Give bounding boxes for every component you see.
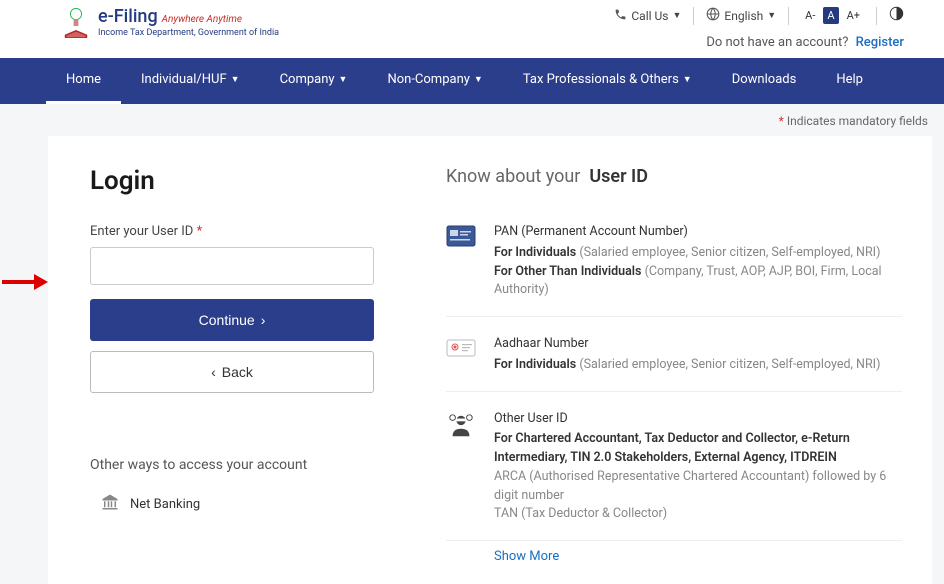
know-about-title: Know about your User ID [446, 166, 902, 187]
aadhaar-title: Aadhaar Number [494, 335, 902, 354]
info-row-other: Other User ID For Chartered Accountant, … [446, 400, 902, 542]
chevron-down-icon: ▼ [683, 74, 692, 85]
info-row-aadhaar: Aadhaar Number For Individuals (Salaried… [446, 325, 902, 392]
pan-title: PAN (Permanent Account Number) [494, 223, 902, 242]
emblem-icon [60, 6, 92, 38]
chevron-right-icon: › [261, 312, 266, 328]
show-more-link[interactable]: Show More [494, 549, 902, 564]
pan-card-icon [446, 225, 476, 249]
chevron-down-icon: ▼ [474, 74, 483, 85]
register-link[interactable]: Register [856, 35, 904, 50]
nav-home[interactable]: Home [46, 58, 121, 104]
net-banking-label: Net Banking [130, 497, 200, 512]
nav-company[interactable]: Company▼ [260, 58, 368, 104]
back-label: Back [222, 364, 253, 380]
brand-subtitle: Income Tax Department, Government of Ind… [98, 28, 279, 38]
nav-downloads[interactable]: Downloads [712, 58, 817, 104]
register-prompt: Do not have an account? Register [706, 35, 904, 50]
net-banking-link[interactable]: Net Banking [90, 493, 374, 515]
pointer-arrow-icon [0, 272, 48, 296]
nav-tax-professionals[interactable]: Tax Professionals & Others▼ [503, 58, 712, 104]
nav-help[interactable]: Help [816, 58, 883, 104]
nav-individual[interactable]: Individual/HUF▼ [121, 58, 260, 104]
divider [876, 7, 877, 25]
top-bar: e-Filing Anywhere Anytime Income Tax Dep… [0, 0, 944, 58]
chevron-down-icon: ▼ [673, 10, 682, 21]
phone-icon [614, 8, 627, 24]
call-us-dropdown[interactable]: Call Us ▼ [614, 8, 681, 24]
aadhaar-card-icon [446, 337, 476, 361]
font-size-controls: A- A A+ [801, 7, 864, 24]
no-account-text: Do not have an account? [706, 35, 848, 50]
user-id-input[interactable] [90, 247, 374, 285]
continue-button[interactable]: Continue › [90, 299, 374, 341]
language-dropdown[interactable]: English ▼ [706, 7, 776, 24]
info-row-pan: PAN (Permanent Account Number) For Indiv… [446, 213, 902, 317]
mandatory-text: Indicates mandatory fields [787, 114, 928, 128]
other-title: Other User ID [494, 410, 902, 429]
main-nav: Home Individual/HUF▼ Company▼ Non-Compan… [0, 58, 944, 104]
chevron-down-icon: ▼ [767, 10, 776, 21]
nav-non-company[interactable]: Non-Company▼ [367, 58, 502, 104]
chevron-left-icon: ‹ [211, 364, 216, 380]
brand-name: e-Filing [98, 6, 158, 27]
contrast-toggle-icon[interactable] [889, 6, 904, 25]
font-normal-button[interactable]: A [823, 7, 838, 24]
globe-icon [706, 7, 720, 24]
chevron-down-icon: ▼ [339, 74, 348, 85]
user-id-label: Enter your User ID * [90, 224, 374, 239]
brand-tagline: Anywhere Anytime [162, 14, 242, 25]
logo-block: e-Filing Anywhere Anytime Income Tax Dep… [60, 6, 279, 38]
other-user-icon [446, 412, 476, 436]
asterisk-icon: * [197, 224, 203, 239]
asterisk-icon: * [779, 114, 784, 128]
mandatory-notice: * Indicates mandatory fields [0, 104, 944, 136]
call-us-label: Call Us [631, 9, 668, 23]
continue-label: Continue [199, 312, 255, 328]
divider [693, 7, 694, 25]
language-label: English [724, 9, 763, 23]
back-button[interactable]: ‹ Back [90, 351, 374, 393]
chevron-down-icon: ▼ [231, 74, 240, 85]
other-ways-heading: Other ways to access your account [90, 457, 374, 473]
font-decrease-button[interactable]: A- [801, 7, 819, 24]
font-increase-button[interactable]: A+ [843, 7, 864, 24]
login-title: Login [90, 166, 374, 196]
bank-icon [100, 493, 120, 515]
divider [788, 7, 789, 25]
